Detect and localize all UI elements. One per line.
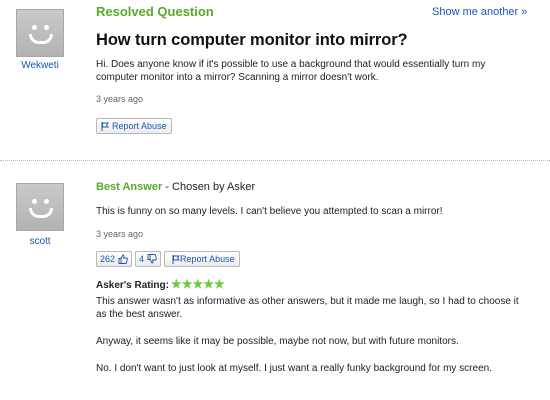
flag-icon	[169, 255, 180, 264]
report-abuse-button[interactable]: Report Abuse	[96, 118, 172, 134]
section-divider	[0, 160, 550, 161]
question-timestamp: 3 years ago	[96, 94, 144, 104]
avatar-eye-icon	[32, 25, 37, 30]
question-title: How turn computer monitor into mirror?	[96, 31, 408, 49]
rating-stars-icon: ★★★★★	[170, 277, 225, 291]
chosen-by-label: - Chosen by Asker	[162, 181, 256, 193]
thumbs-up-count: 262	[100, 254, 116, 264]
answer-timestamp: 3 years ago	[96, 229, 144, 239]
asker-comment-2: Anyway, it seems like it may be possible…	[96, 336, 459, 347]
thumbs-down-count: 4	[139, 254, 145, 264]
asker-name-link[interactable]: Wekweti	[10, 60, 70, 71]
thumbs-up-button[interactable]: 262	[96, 251, 133, 267]
avatar-smile-icon	[29, 34, 53, 44]
thumbs-up-icon	[118, 254, 128, 264]
asker-avatar[interactable]	[16, 9, 64, 57]
report-abuse-button[interactable]: Report Abuse	[164, 251, 240, 267]
thumbs-down-icon	[147, 254, 157, 264]
report-abuse-label: Report Abuse	[112, 121, 167, 131]
avatar-eye-icon	[44, 25, 49, 30]
best-answer-heading: Best Answer - Chosen by Asker	[96, 181, 255, 193]
best-answer-label: Best Answer	[96, 181, 163, 193]
flag-icon	[101, 122, 109, 131]
avatar-eye-icon	[32, 199, 37, 204]
question-body: Hi. Does anyone know if it's possible to…	[96, 59, 486, 83]
answerer-avatar[interactable]	[16, 183, 64, 231]
question-status: Resolved Question	[96, 4, 214, 19]
show-another-link[interactable]: Show me another »	[432, 6, 527, 18]
avatar-smile-icon	[29, 208, 53, 218]
answer-text: This is funny on so many levels. I can't…	[96, 206, 443, 217]
thumbs-down-button[interactable]: 4	[135, 251, 162, 267]
rating-label: Asker's Rating:	[96, 280, 169, 291]
avatar-eye-icon	[44, 199, 49, 204]
vote-row: 262 4 Report Abuse	[96, 251, 243, 267]
asker-comment-3: No. I don't want to just look at myself.…	[96, 363, 492, 374]
report-abuse-label: Report Abuse	[180, 254, 235, 264]
askers-rating: Asker's Rating: ★★★★★	[96, 277, 225, 291]
answerer-name-link[interactable]: scott	[10, 236, 70, 247]
asker-comment-1: This answer wasn't as informative as oth…	[96, 296, 519, 320]
